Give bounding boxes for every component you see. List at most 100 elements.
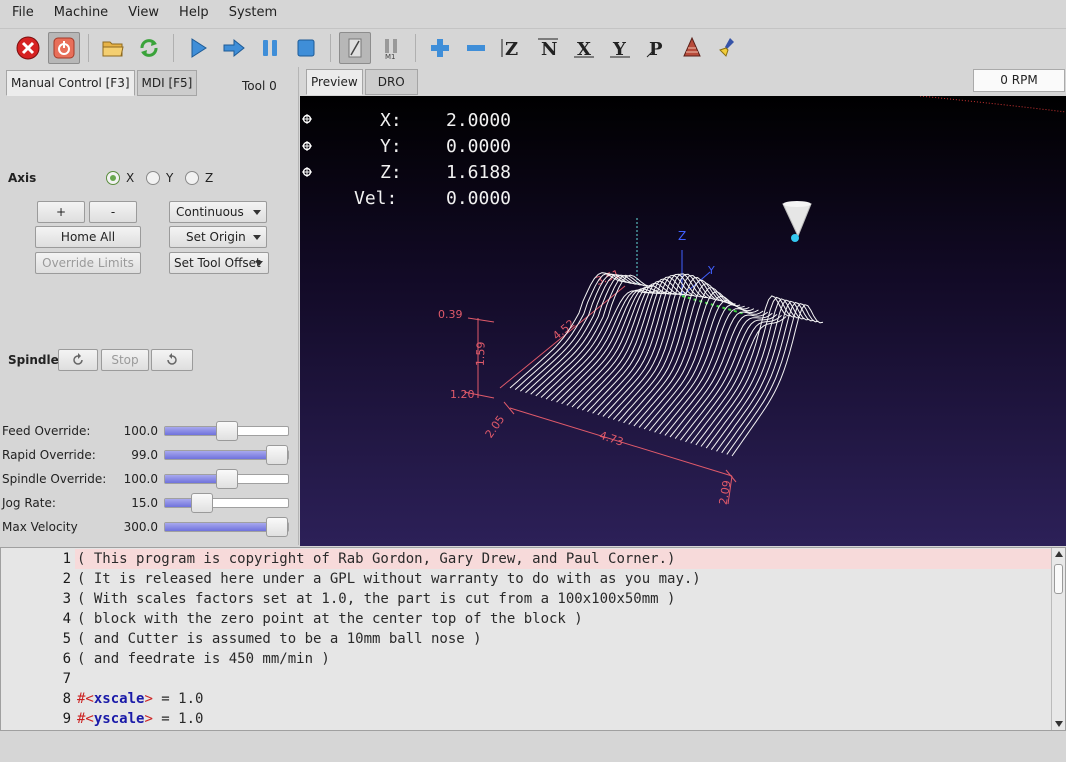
zoom-out-icon xyxy=(467,44,485,51)
axis-radio-z[interactable]: Z xyxy=(185,171,213,185)
spindle-cw-button[interactable] xyxy=(151,349,193,371)
toolbar-separator xyxy=(173,33,174,62)
axis-y-label: Y xyxy=(166,171,174,185)
gcode-editor[interactable]: 1 2 3 4 5 6 7 8 9 ( This program is copyright of… xyxy=(0,547,1066,731)
override-limits-button[interactable]: Override Limits xyxy=(35,252,141,274)
tab-preview[interactable]: Preview xyxy=(306,69,363,95)
axis-radio-y[interactable]: Y xyxy=(146,171,173,185)
tool-label: Tool 0 xyxy=(242,79,277,93)
slider-handle[interactable] xyxy=(266,517,288,537)
slider-handle[interactable] xyxy=(215,469,238,489)
line-number: 8 xyxy=(62,691,71,707)
set-tool-offset-button[interactable]: Set Tool Offset xyxy=(169,252,269,274)
line-number: 6 xyxy=(62,651,71,667)
optional-stop-button[interactable]: M1 xyxy=(375,32,407,64)
view-z-button[interactable]: Z xyxy=(496,32,528,64)
open-file-button[interactable] xyxy=(97,32,129,64)
menu-help[interactable]: Help xyxy=(167,0,217,26)
set-tool-offset-label: Set Tool Offset xyxy=(174,256,261,270)
gcode-text-area[interactable]: ( This program is copyright of Rab Gordo… xyxy=(75,548,1052,730)
tab-manual-control[interactable]: Manual Control [F3] xyxy=(6,70,135,96)
toolpath-pass xyxy=(664,310,764,436)
zoom-in-button[interactable] xyxy=(424,32,456,64)
power-icon xyxy=(53,37,75,58)
view-z-rotated-button[interactable]: N xyxy=(532,32,564,64)
slider-handle[interactable] xyxy=(190,493,213,513)
view-y-button[interactable]: Y xyxy=(604,32,636,64)
toolbar: M1 Z N X Y P xyxy=(0,28,1066,66)
view-x-button[interactable]: X xyxy=(568,32,600,64)
axis-radio-x[interactable]: X xyxy=(106,171,134,185)
toolpath-pass xyxy=(721,301,814,454)
menu-system[interactable]: System xyxy=(217,0,285,26)
menu-file[interactable]: File xyxy=(0,0,42,26)
override-slider[interactable] xyxy=(164,469,289,489)
clear-plot-button[interactable] xyxy=(712,32,744,64)
code-line[interactable]: ( block with the zero point at the cente… xyxy=(75,609,1052,629)
slider-label: Spindle Override: xyxy=(2,472,107,486)
toolbar-separator xyxy=(330,33,331,62)
code-token-name: xscale xyxy=(93,691,145,707)
tab-mdi[interactable]: MDI [F5] xyxy=(136,70,198,96)
toggle-tool-button[interactable] xyxy=(676,32,708,64)
rotate-ccw-icon xyxy=(73,353,83,365)
radio-circle xyxy=(146,171,160,185)
power-button[interactable] xyxy=(48,31,80,64)
code-token-hash: #< xyxy=(77,691,94,707)
manual-control-panel: Axis X Y Z + - Continuous Home All Set O… xyxy=(0,97,299,545)
stop-button[interactable] xyxy=(290,32,322,64)
left-tabs: Manual Control [F3] MDI [F5] xyxy=(6,70,199,96)
override-slider[interactable] xyxy=(164,421,289,441)
set-origin-button[interactable]: Set Origin xyxy=(169,226,267,248)
step-button[interactable] xyxy=(218,32,250,64)
estop-button[interactable] xyxy=(12,32,44,64)
line-number: 1 xyxy=(62,551,71,567)
pause-button[interactable] xyxy=(254,32,286,64)
code-line[interactable]: #<yscale> = 1.0 xyxy=(75,709,1052,729)
code-line[interactable] xyxy=(75,669,1052,689)
menu-machine[interactable]: Machine xyxy=(42,0,116,26)
reload-button[interactable] xyxy=(133,32,165,64)
code-line[interactable]: #<xscale> = 1.0 xyxy=(75,689,1052,709)
slider-value: 15.0 xyxy=(131,496,158,510)
code-line[interactable]: ( and Cutter is assumed to be a 10mm bal… xyxy=(75,629,1052,649)
jog-mode-select[interactable]: Continuous xyxy=(169,201,267,223)
spindle-ccw-button[interactable] xyxy=(58,349,98,371)
slider-handle[interactable] xyxy=(215,421,238,441)
dim-label: 2.05 xyxy=(483,413,508,441)
code-line-current[interactable]: ( This program is copyright of Rab Gordo… xyxy=(75,549,1052,569)
slider-label: Feed Override: xyxy=(2,424,91,438)
scroll-thumb[interactable] xyxy=(1054,564,1063,594)
code-line[interactable]: ( It is released here under a GPL withou… xyxy=(75,569,1052,589)
toolpath-preview[interactable]: X: 2.0000 Y: 0.0000 Z: 1.6188 Vel: 0.000… xyxy=(300,96,1066,546)
spindle-label: Spindle: xyxy=(8,353,64,367)
run-icon xyxy=(191,37,207,58)
view-p-button[interactable]: P xyxy=(640,32,672,64)
slider-handle[interactable] xyxy=(266,445,288,465)
jog-minus-button[interactable]: - xyxy=(89,201,137,223)
tab-dro[interactable]: DRO xyxy=(364,69,418,95)
block-delete-button[interactable] xyxy=(339,31,371,64)
spindle-stop-button[interactable]: Stop xyxy=(101,349,149,371)
reload-icon xyxy=(140,38,158,57)
origin-z-label: Z xyxy=(678,229,686,243)
code-line[interactable]: ( and feedrate is 450 mm/min ) xyxy=(75,649,1052,669)
code-line[interactable]: ( With scales factors set at 1.0, the pa… xyxy=(75,589,1052,609)
jog-plus-button[interactable]: + xyxy=(37,201,85,223)
left-panel: Manual Control [F3] MDI [F5] Tool 0 Axis… xyxy=(0,67,299,545)
home-all-button[interactable]: Home All xyxy=(35,226,141,248)
override-slider[interactable] xyxy=(164,493,289,513)
toolpath-pass xyxy=(649,299,750,432)
override-slider[interactable] xyxy=(164,445,289,465)
jog-mode-value: Continuous xyxy=(176,205,244,219)
zoom-out-button[interactable] xyxy=(460,32,492,64)
menubar: File Machine View Help System xyxy=(0,0,1066,26)
dim-label: 4.52 xyxy=(550,317,577,343)
override-slider[interactable] xyxy=(164,517,289,537)
editor-scrollbar[interactable] xyxy=(1051,548,1065,730)
run-button[interactable] xyxy=(182,32,214,64)
dim-label: 3.51 xyxy=(594,267,621,288)
line-number: 4 xyxy=(62,611,71,627)
menu-view[interactable]: View xyxy=(116,0,167,26)
axis-label: Axis xyxy=(8,171,37,185)
